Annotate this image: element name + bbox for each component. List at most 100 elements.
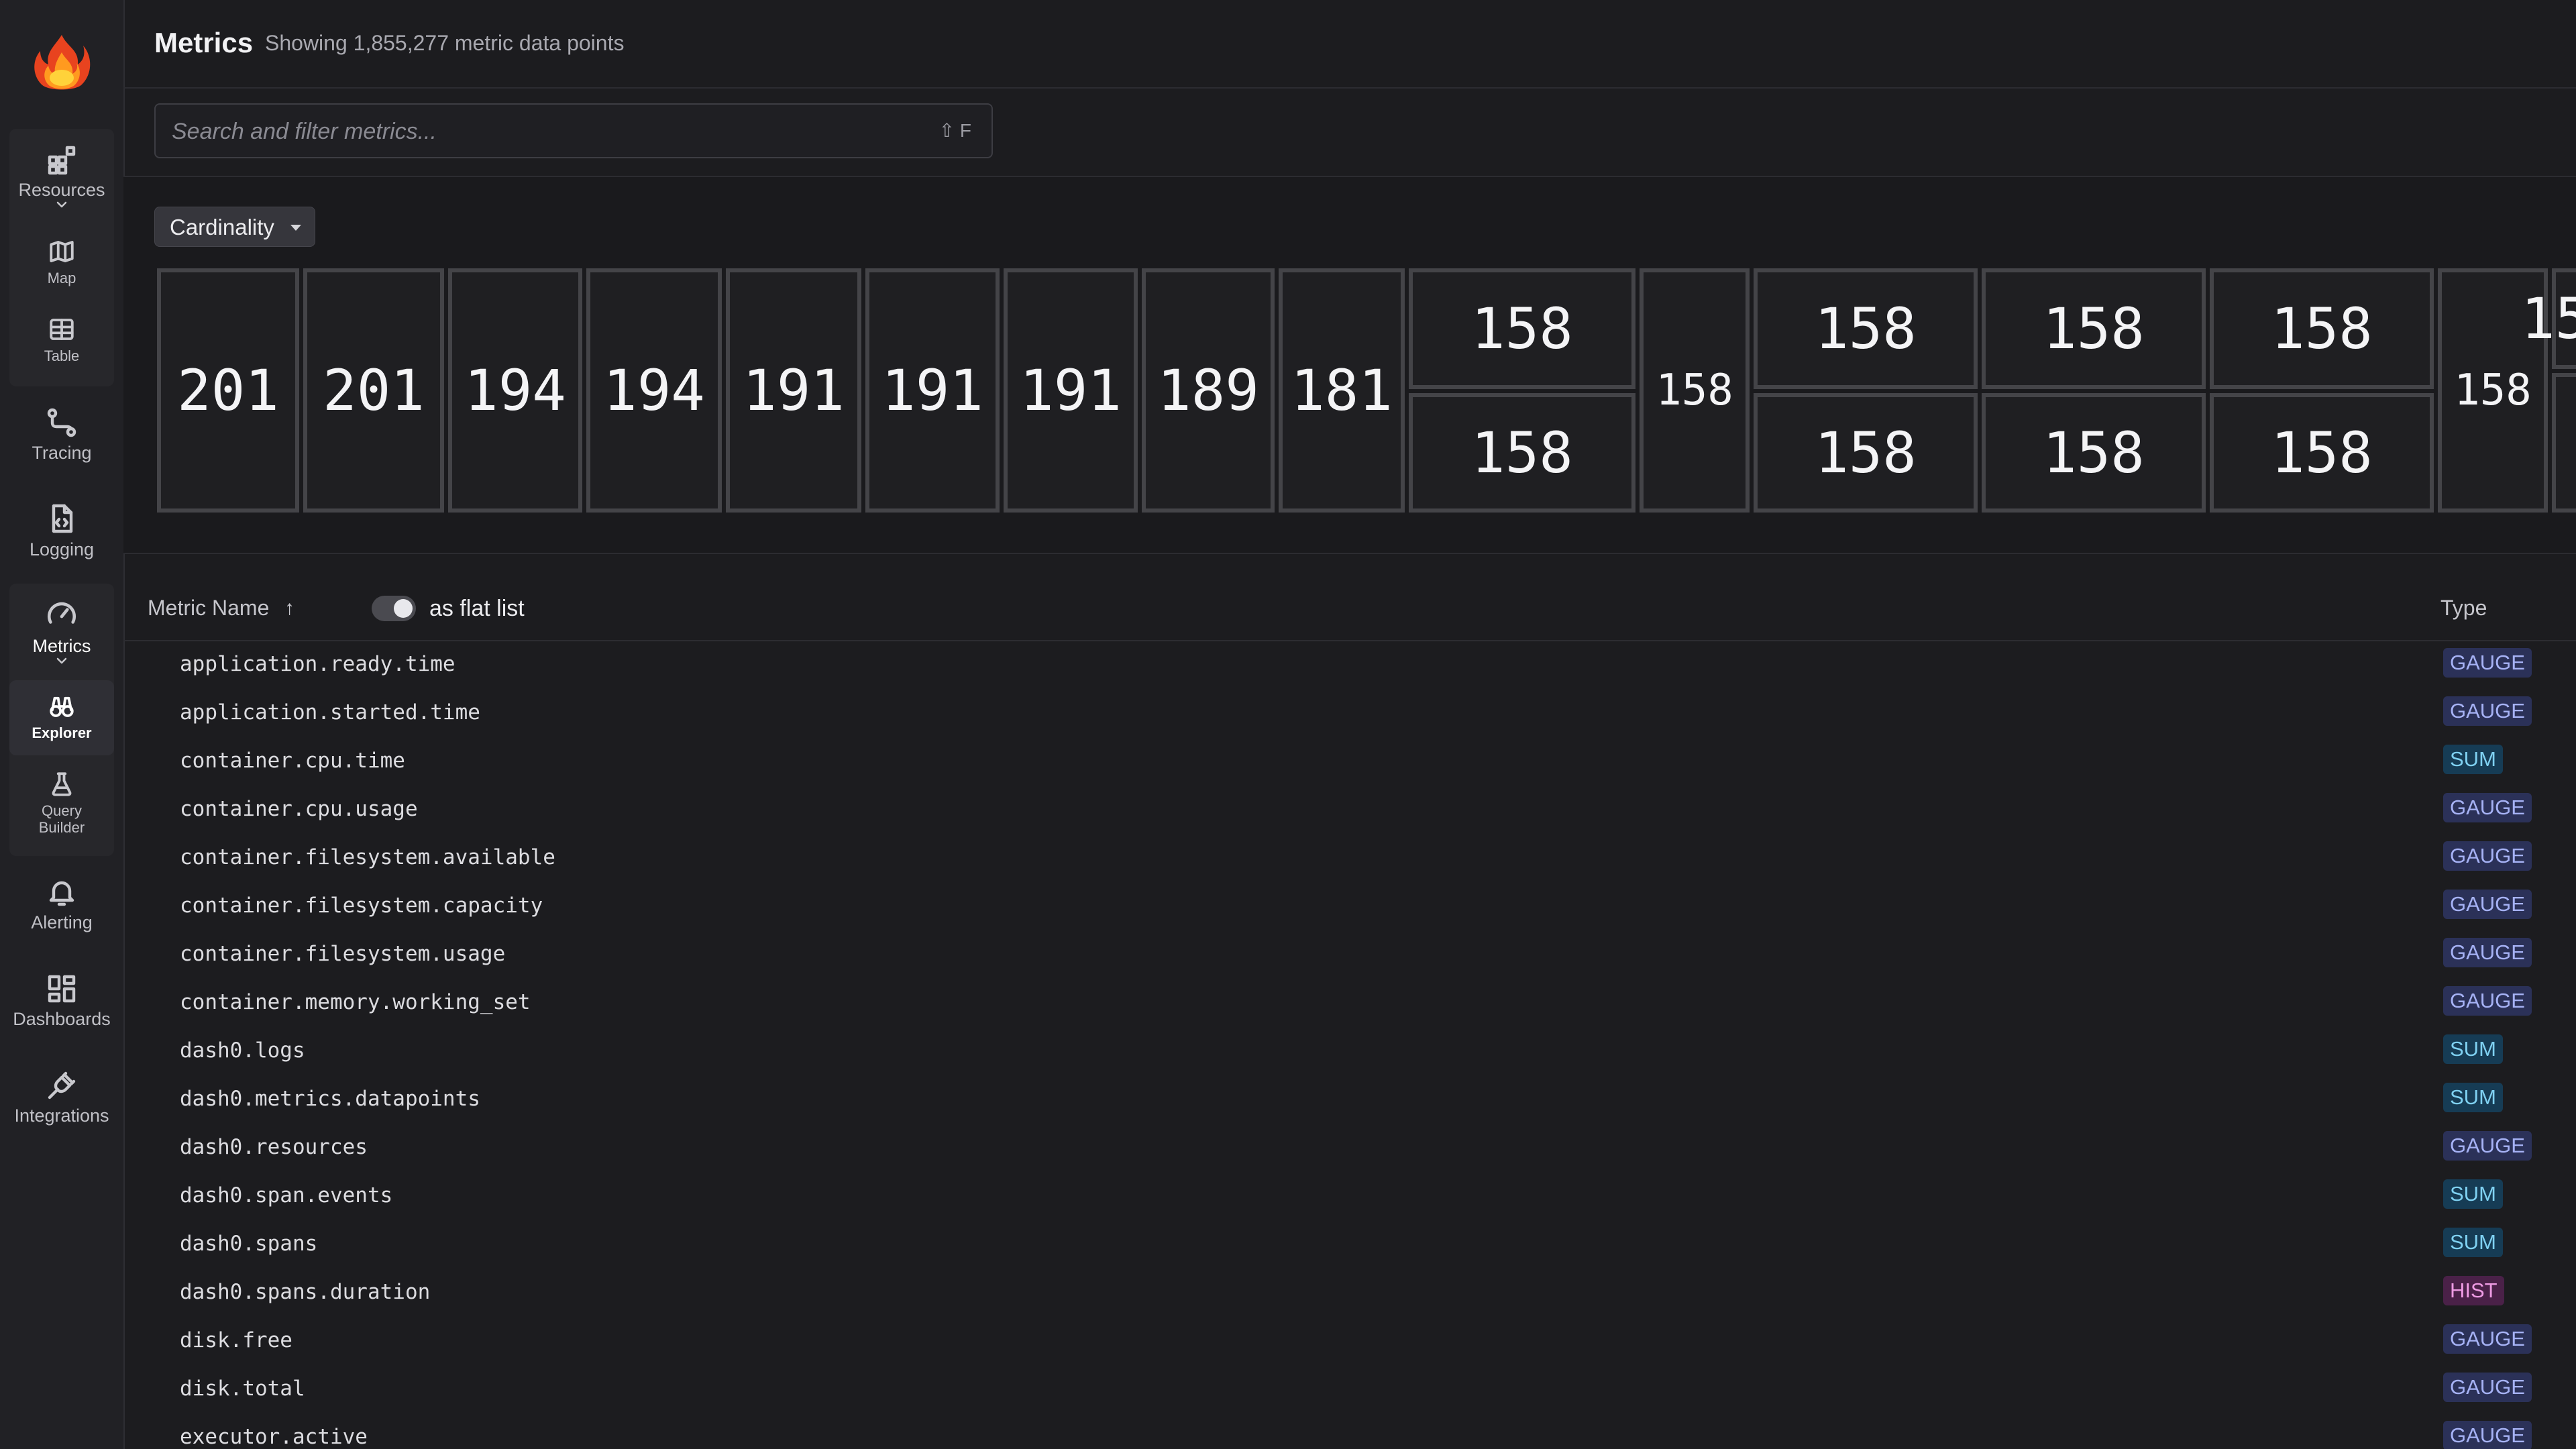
map-icon (50, 241, 74, 262)
treemap-cell[interactable]: 1 (2552, 373, 2576, 513)
sidebar-item-label: Alerting (31, 912, 93, 932)
metric-type-badge: GAUGE (2443, 696, 2532, 726)
metric-name: dash0.resources (180, 1135, 368, 1159)
sidebar-item-label: Dashboards (13, 1009, 111, 1029)
treemap-cell[interactable]: 201 (157, 268, 299, 513)
metric-type-badge: SUM (2443, 1228, 2503, 1257)
metric-name: disk.total (180, 1377, 305, 1401)
metric-name: container.cpu.time (180, 749, 405, 773)
sidebar-item-map[interactable]: Map (9, 237, 114, 286)
treemap-cell[interactable]: 191 (865, 268, 1000, 513)
metric-name: disk.free (180, 1328, 292, 1352)
metric-name: container.filesystem.capacity (180, 894, 543, 918)
treemap-cell[interactable]: 191 (726, 268, 861, 513)
cardinality-section: Cardinality 201 201 194 194 191 191 191 189 181 1… (123, 177, 2576, 554)
table-row[interactable]: container.filesystem.available GAUGE (123, 833, 2576, 881)
treemap-cell[interactable]: 158 (1754, 268, 1978, 389)
binoculars-icon (50, 696, 74, 717)
treemap-cell[interactable]: 189 (1142, 268, 1275, 513)
table-row[interactable]: executor.active GAUGE (123, 1413, 2576, 1449)
metric-name: container.filesystem.usage (180, 942, 506, 966)
flat-list-label: as flat list (429, 596, 525, 621)
table-row[interactable]: dash0.spans.duration HIST (123, 1268, 2576, 1316)
sidebar-item-alerting[interactable]: Alerting (9, 876, 114, 933)
treemap-cell[interactable]: 158 (1409, 393, 1635, 513)
table-row[interactable]: dash0.resources GAUGE (123, 1123, 2576, 1171)
cardinality-select[interactable]: Cardinality (154, 207, 315, 247)
metric-type-badge: SUM (2443, 1179, 2503, 1209)
search-box[interactable]: ⇧ F (154, 103, 993, 158)
metric-type-badge: HIST (2443, 1276, 2504, 1305)
cardinality-select-label: Cardinality (170, 215, 274, 239)
table-row[interactable]: application.started.time GAUGE (123, 688, 2576, 737)
sidebar-item-resources[interactable]: Resources (9, 144, 114, 209)
treemap-cell[interactable]: 194 (586, 268, 722, 513)
metric-name: container.cpu.usage (180, 797, 418, 821)
sidebar-item-table[interactable]: Table (9, 315, 114, 364)
metric-type-badge: GAUGE (2443, 793, 2532, 822)
metric-name: application.started.time (180, 700, 480, 724)
flat-list-toggle[interactable] (372, 596, 416, 621)
sidebar-item-logging[interactable]: Logging (9, 503, 114, 560)
gauge-icon (48, 602, 76, 624)
page-header: Metrics Showing 1,855,277 metric data po… (123, 0, 2576, 89)
sidebar-item-label: Tracing (32, 443, 92, 463)
treemap-cell[interactable]: 158 (2210, 268, 2434, 389)
treemap-cell[interactable]: 158 (1754, 393, 1978, 513)
table-row[interactable]: container.cpu.usage GAUGE (123, 785, 2576, 833)
table-row[interactable]: dash0.metrics.datapoints SUM (123, 1075, 2576, 1123)
sidebar-item-dashboards[interactable]: Dashboards (9, 973, 114, 1030)
sidebar-item-label: Resources (18, 180, 105, 200)
column-header-metric-name[interactable]: Metric Name (148, 596, 269, 621)
sidebar: Resources Map Table Tracing Logging Metr… (0, 0, 125, 1449)
treemap-cell[interactable]: 181 (1279, 268, 1405, 513)
treemap-cell[interactable]: 158 (2521, 268, 2576, 369)
sidebar-item-query-builder[interactable]: Query Builder (9, 770, 114, 836)
sidebar-item-explorer[interactable]: Explorer (9, 680, 114, 755)
table-row[interactable]: dash0.spans SUM (123, 1220, 2576, 1268)
treemap-cell[interactable]: 158 (1640, 268, 1750, 513)
search-input[interactable] (170, 105, 911, 158)
metric-name: container.filesystem.available (180, 845, 555, 869)
table-row[interactable]: container.filesystem.usage GAUGE (123, 930, 2576, 978)
treemap-cell[interactable]: 158 (2210, 393, 2434, 513)
treemap-cell[interactable]: 194 (448, 268, 582, 513)
metric-type-badge: GAUGE (2443, 1373, 2532, 1402)
table-row[interactable]: dash0.logs SUM (123, 1026, 2576, 1075)
logging-icon (52, 504, 73, 533)
treemap-cell[interactable]: 158 (1409, 268, 1635, 389)
plug-icon (48, 1071, 76, 1099)
table-row[interactable]: container.filesystem.capacity GAUGE (123, 881, 2576, 930)
table-row[interactable]: container.cpu.time SUM (123, 737, 2576, 785)
fire-logo-icon[interactable] (28, 30, 95, 97)
treemap-cell[interactable]: 158 (1982, 393, 2206, 513)
treemap-cell[interactable]: 201 (303, 268, 444, 513)
chevron-down-icon[interactable] (56, 201, 68, 209)
metric-type-badge: GAUGE (2443, 986, 2532, 1016)
table-row[interactable]: disk.free GAUGE (123, 1316, 2576, 1364)
treemap-cell[interactable]: 191 (1004, 268, 1138, 513)
cardinality-treemap: 201 201 194 194 191 191 191 189 181 158 158 158 158 1… (157, 268, 2576, 513)
table-row[interactable]: application.ready.time GAUGE (123, 640, 2576, 688)
chevron-down-icon[interactable] (56, 657, 68, 665)
caret-down-icon (290, 225, 301, 231)
metric-name: executor.active (180, 1425, 368, 1449)
sidebar-item-integrations[interactable]: Integrations (9, 1069, 114, 1126)
sidebar-item-label: Table (44, 347, 80, 364)
metric-type-badge: GAUGE (2443, 890, 2532, 919)
column-header-type[interactable]: Type (2440, 596, 2487, 621)
app-window: Resources Map Table Tracing Logging Metr… (0, 0, 2576, 1449)
search-bar: ⇧ F (123, 89, 2576, 177)
metric-type-badge: GAUGE (2443, 1421, 2532, 1449)
treemap-cell[interactable]: 158 (1982, 268, 2206, 389)
metric-name: application.ready.time (180, 652, 455, 676)
table-row[interactable]: disk.total GAUGE (123, 1364, 2576, 1413)
metric-type-badge: GAUGE (2443, 938, 2532, 967)
sidebar-item-tracing[interactable]: Tracing (9, 407, 114, 464)
metric-name: dash0.logs (180, 1038, 305, 1063)
sort-ascending-icon[interactable]: ↑ (284, 597, 294, 620)
table-row[interactable]: dash0.span.events SUM (123, 1171, 2576, 1220)
table-row[interactable]: container.memory.working_set GAUGE (123, 978, 2576, 1026)
sidebar-item-metrics[interactable]: Metrics (9, 598, 114, 665)
sidebar-item-label: Query Builder (38, 802, 85, 836)
